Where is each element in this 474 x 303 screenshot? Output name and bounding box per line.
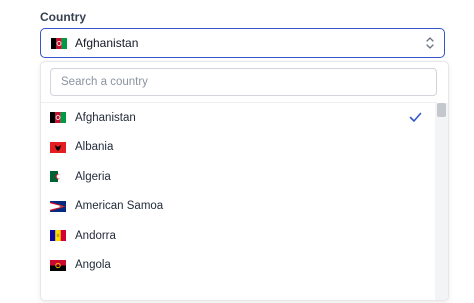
check-icon — [409, 112, 422, 122]
list-item-algeria[interactable]: Algeria — [41, 162, 437, 192]
scrollbar[interactable] — [435, 103, 448, 300]
country-label: Country — [40, 10, 86, 24]
country-select[interactable]: Afghanistan — [40, 28, 445, 58]
chevron-up-down-icon — [426, 37, 434, 49]
angola-flag-icon — [50, 259, 66, 271]
afghanistan-flag-icon — [51, 37, 67, 49]
afghanistan-flag-icon — [50, 112, 66, 124]
list-item-andorra[interactable]: Andorra — [41, 221, 437, 251]
selected-country: Afghanistan — [75, 36, 139, 50]
andorra-flag-icon — [50, 230, 66, 242]
american-samoa-flag-icon — [50, 200, 66, 212]
list-item-american-samoa[interactable]: American Samoa — [41, 192, 437, 222]
country-dropdown: Afghanistan Albania Algeria — [40, 61, 449, 301]
scrollbar-thumb[interactable] — [437, 103, 446, 117]
list-item-label: Algeria — [75, 170, 111, 183]
list-item-afghanistan[interactable]: Afghanistan — [41, 103, 437, 133]
list-item-label: Angola — [75, 259, 111, 272]
algeria-flag-icon — [50, 171, 66, 183]
list-item-label: Albania — [75, 141, 114, 154]
country-list: Afghanistan Albania Algeria American Sam… — [41, 103, 437, 280]
list-item-label: Afghanistan — [75, 111, 136, 124]
list-item-label: American Samoa — [75, 200, 164, 213]
list-item-angola[interactable]: Angola — [41, 251, 437, 281]
list-item-albania[interactable]: Albania — [41, 133, 437, 163]
list-item-label: Andorra — [75, 229, 116, 242]
search-input[interactable] — [50, 68, 437, 96]
albania-flag-icon — [50, 141, 66, 153]
